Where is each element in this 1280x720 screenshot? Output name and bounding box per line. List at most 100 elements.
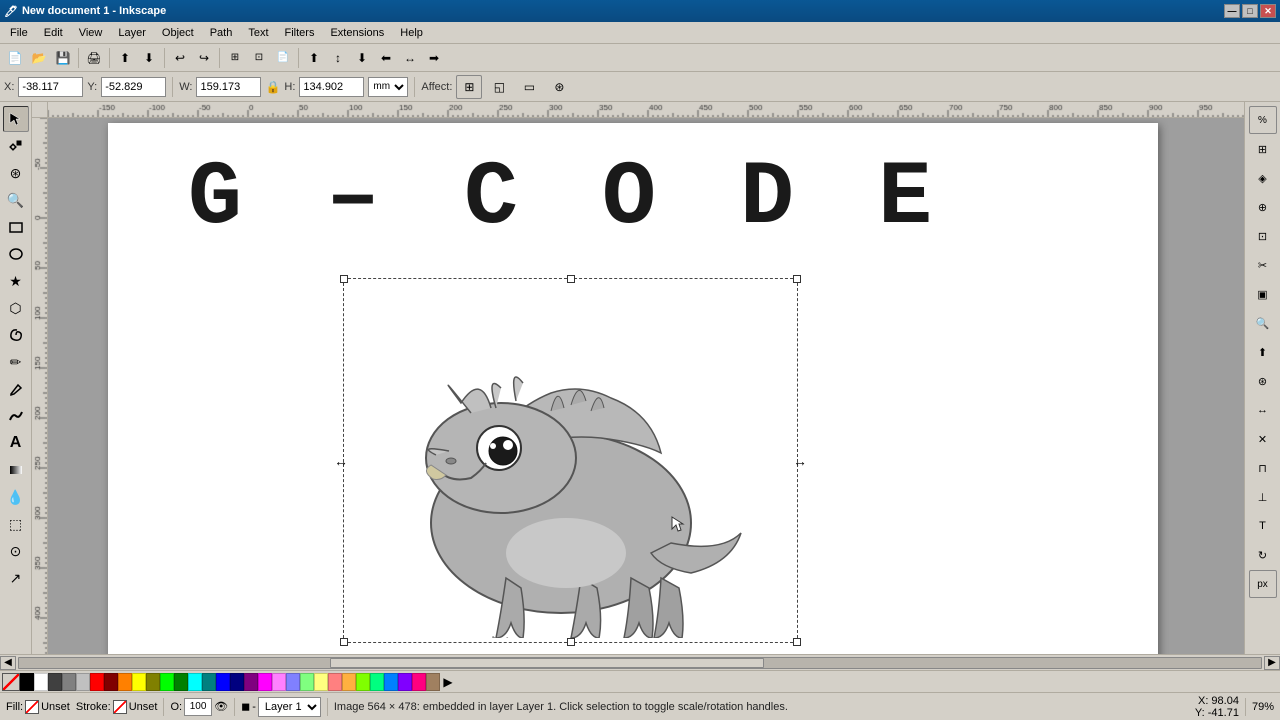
- w-input[interactable]: [196, 77, 261, 97]
- color-purple[interactable]: [244, 673, 258, 691]
- handle-mr[interactable]: ↔: [793, 454, 807, 468]
- snap-rotation-button[interactable]: ↻: [1249, 541, 1277, 569]
- zoom-page-button[interactable]: 📄: [272, 47, 294, 69]
- tweak-tool[interactable]: ⊛: [3, 160, 29, 186]
- ellipse-tool[interactable]: [3, 241, 29, 267]
- color-pink[interactable]: [272, 673, 286, 691]
- color-white[interactable]: [34, 673, 48, 691]
- snap-pixel-button[interactable]: px: [1249, 570, 1277, 598]
- connector-tool[interactable]: ↗: [3, 565, 29, 591]
- align-bottom-button[interactable]: ⬇: [351, 47, 373, 69]
- maximize-button[interactable]: □: [1242, 4, 1258, 18]
- pencil-tool[interactable]: ✏: [3, 349, 29, 375]
- menu-item-text[interactable]: Text: [240, 25, 276, 41]
- menu-item-edit[interactable]: Edit: [36, 25, 71, 41]
- color-silver[interactable]: [76, 673, 90, 691]
- color-red[interactable]: [90, 673, 104, 691]
- color-lightblue[interactable]: [286, 673, 300, 691]
- handle-ml[interactable]: ↔: [334, 454, 348, 468]
- color-violet[interactable]: [398, 673, 412, 691]
- save-button[interactable]: 💾: [52, 47, 74, 69]
- undo-button[interactable]: ↩: [169, 47, 191, 69]
- affect-filter-button[interactable]: ⊛: [546, 75, 572, 99]
- snap-intersection-button[interactable]: ✕: [1249, 425, 1277, 453]
- snap-tangent-button[interactable]: ⊓: [1249, 454, 1277, 482]
- select-tool[interactable]: [3, 106, 29, 132]
- snap-node-button[interactable]: ◈: [1249, 164, 1277, 192]
- handle-tc[interactable]: [567, 275, 575, 283]
- color-gray[interactable]: [62, 673, 76, 691]
- color-darkgray[interactable]: [48, 673, 62, 691]
- snap-text-button[interactable]: T: [1249, 512, 1277, 540]
- zoom-selection-button[interactable]: ⊞: [224, 47, 246, 69]
- color-orange[interactable]: [118, 673, 132, 691]
- color-darkred[interactable]: [104, 673, 118, 691]
- color-rose[interactable]: [412, 673, 426, 691]
- color-magenta[interactable]: [258, 673, 272, 691]
- align-right-button[interactable]: ➡: [423, 47, 445, 69]
- affect-corner-button[interactable]: ◱: [486, 75, 512, 99]
- spray-tool[interactable]: ⊙: [3, 538, 29, 564]
- menu-item-file[interactable]: File: [2, 25, 36, 41]
- snap-path-button[interactable]: ✂: [1249, 251, 1277, 279]
- minimize-button[interactable]: —: [1224, 4, 1240, 18]
- snap-page-button[interactable]: ▣: [1249, 280, 1277, 308]
- stroke-swatch[interactable]: [113, 700, 127, 714]
- x-input[interactable]: [18, 77, 83, 97]
- gradient-tool[interactable]: [3, 457, 29, 483]
- menu-item-filters[interactable]: Filters: [277, 25, 323, 41]
- open-button[interactable]: 📂: [28, 47, 50, 69]
- color-lightorange[interactable]: [342, 673, 356, 691]
- menu-item-view[interactable]: View: [71, 25, 111, 41]
- color-lightgreen[interactable]: [300, 673, 314, 691]
- dino-image[interactable]: ↔ ↔: [343, 278, 798, 643]
- affect-stroke-button[interactable]: ▭: [516, 75, 542, 99]
- layer-select[interactable]: Layer 1: [258, 697, 321, 717]
- pen-tool[interactable]: [3, 376, 29, 402]
- color-chartreuse[interactable]: [356, 673, 370, 691]
- y-input[interactable]: [101, 77, 166, 97]
- snap-perpendicular-button[interactable]: ⊥: [1249, 483, 1277, 511]
- handle-bl[interactable]: [340, 638, 348, 646]
- calligraphy-tool[interactable]: [3, 403, 29, 429]
- snap-guide-button[interactable]: ⊕: [1249, 193, 1277, 221]
- color-lightyellow[interactable]: [314, 673, 328, 691]
- redo-button[interactable]: ↪: [193, 47, 215, 69]
- align-top-button[interactable]: ⬆: [303, 47, 325, 69]
- snap-grid-button[interactable]: ⊡: [1249, 222, 1277, 250]
- menu-item-object[interactable]: Object: [154, 25, 202, 41]
- align-left-button[interactable]: ⬅: [375, 47, 397, 69]
- snap-enable-button[interactable]: %: [1249, 106, 1277, 134]
- color-black[interactable]: [20, 673, 34, 691]
- color-blue[interactable]: [216, 673, 230, 691]
- export-button[interactable]: ⬇: [138, 47, 160, 69]
- align-center-v-button[interactable]: ↕: [327, 47, 349, 69]
- hscroll-thumb[interactable]: [330, 658, 765, 668]
- spiral-tool[interactable]: [3, 322, 29, 348]
- drawing-canvas[interactable]: G – C O D E ↔ ↔: [108, 123, 1158, 654]
- import-button[interactable]: ⬆: [114, 47, 136, 69]
- print-button[interactable]: 🖨: [83, 47, 105, 69]
- scroll-left-button[interactable]: ◀: [0, 656, 16, 670]
- horizontal-scrollbar[interactable]: ◀ ▶: [0, 654, 1280, 670]
- color-spring[interactable]: [370, 673, 384, 691]
- color-yellow[interactable]: [132, 673, 146, 691]
- 3dbox-tool[interactable]: ⬡: [3, 295, 29, 321]
- color-green[interactable]: [174, 673, 188, 691]
- h-input[interactable]: [299, 77, 364, 97]
- menu-item-layer[interactable]: Layer: [110, 25, 154, 41]
- zoom-tool[interactable]: 🔍: [3, 187, 29, 213]
- opacity-input[interactable]: [184, 698, 212, 716]
- color-salmon[interactable]: [328, 673, 342, 691]
- color-navy[interactable]: [230, 673, 244, 691]
- color-teal[interactable]: [202, 673, 216, 691]
- menu-item-path[interactable]: Path: [202, 25, 241, 41]
- menu-item-help[interactable]: Help: [392, 25, 431, 41]
- snap-midpoint-button[interactable]: ↔: [1249, 396, 1277, 424]
- eyedropper-tool[interactable]: 💧: [3, 484, 29, 510]
- align-center-h-button[interactable]: ↔: [399, 47, 421, 69]
- unit-select[interactable]: mm px in cm: [368, 77, 408, 97]
- fill-swatch[interactable]: [25, 700, 39, 714]
- no-fill-swatch[interactable]: [2, 673, 20, 691]
- color-lime[interactable]: [160, 673, 174, 691]
